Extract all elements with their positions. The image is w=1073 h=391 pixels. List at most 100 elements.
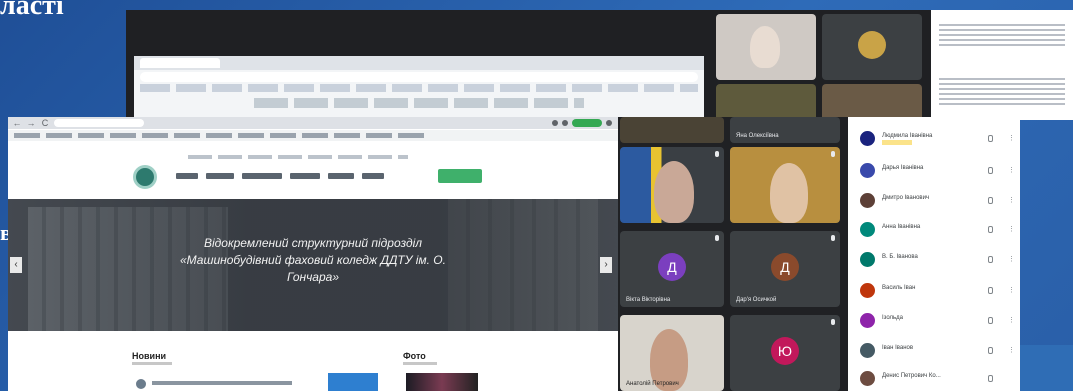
more-options-icon[interactable]: ⋮ — [1008, 134, 1015, 142]
participant-row[interactable]: Дарья Іванівна ⋮ — [848, 157, 1020, 185]
mic-icon[interactable] — [988, 287, 993, 294]
avatar — [860, 283, 875, 298]
chat-message-lines — [939, 78, 1065, 108]
nav-item[interactable] — [290, 173, 320, 179]
chat-message-lines — [939, 24, 1065, 46]
mic-icon — [831, 319, 835, 325]
video-tile[interactable]: Яна Олексіївна — [730, 117, 840, 143]
back-arrow-icon[interactable]: ← — [12, 118, 22, 128]
avatar: Ю — [771, 337, 799, 365]
back-bookmarks-bar — [140, 84, 698, 92]
slide-corner-box — [1020, 345, 1073, 391]
video-tile[interactable]: Д Вікта Вікторівна — [620, 231, 724, 307]
back-tab-bar — [134, 56, 704, 70]
participant-name: Василь Іван — [882, 285, 916, 291]
avatar — [858, 31, 886, 59]
video-tile[interactable]: Д Дар'я Осичкой — [730, 231, 840, 307]
participant-row[interactable]: Анна Іванівна ⋮ — [848, 216, 1020, 244]
photo-thumbnail[interactable] — [406, 373, 478, 391]
participant-video — [770, 163, 808, 223]
menu-icon[interactable] — [606, 120, 612, 126]
browser-actions — [552, 119, 618, 127]
back-chat-panel — [931, 10, 1073, 120]
slide-title-fragment: ласті — [0, 0, 64, 21]
nav-item[interactable] — [362, 173, 384, 179]
mic-icon — [715, 235, 719, 241]
more-options-icon[interactable]: ⋮ — [1008, 225, 1015, 233]
hero-banner: Відокремлений структурний підрозділ «Маш… — [8, 199, 618, 331]
more-options-icon[interactable]: ⋮ — [1008, 286, 1015, 294]
back-url-bar — [140, 72, 698, 82]
participant-name: Іван Іванов — [882, 345, 914, 351]
mic-icon — [831, 151, 835, 157]
extension-icon[interactable] — [552, 120, 558, 126]
bookmarks-bar — [8, 130, 618, 141]
slider-prev-arrow-icon[interactable]: ‹ — [10, 257, 22, 273]
back-tile-2 — [822, 14, 922, 80]
avatar — [860, 343, 875, 358]
star-icon[interactable] — [562, 120, 568, 126]
slider-next-arrow-icon[interactable]: › — [600, 257, 612, 273]
photo-subheading — [403, 362, 437, 365]
news-thumbnail[interactable] — [328, 373, 378, 391]
mic-icon[interactable] — [988, 135, 993, 142]
back-tile-3 — [716, 84, 816, 120]
tile-name-label: Вікта Вікторівна — [626, 297, 671, 303]
mic-icon[interactable] — [988, 256, 993, 263]
address-bar[interactable] — [54, 119, 144, 127]
nav-item[interactable] — [206, 173, 234, 179]
site-green-button[interactable] — [438, 169, 482, 183]
avatar — [860, 163, 875, 178]
college-logo[interactable] — [133, 165, 157, 189]
nav-item[interactable] — [328, 173, 354, 179]
share-button[interactable] — [572, 119, 602, 127]
news-item-link[interactable] — [152, 381, 292, 385]
participant-name: Анна Іванівна — [882, 224, 921, 230]
more-options-icon[interactable]: ⋮ — [1008, 255, 1015, 263]
more-options-icon[interactable]: ⋮ — [1008, 316, 1015, 324]
reload-icon[interactable]: C — [40, 118, 50, 128]
nav-item[interactable] — [176, 173, 198, 179]
tile-name-label: Дар'я Осичкой — [736, 297, 777, 303]
video-tile[interactable]: Ю — [730, 315, 840, 391]
mic-icon[interactable] — [988, 167, 993, 174]
hero-caption: Відокремлений структурний підрозділ «Маш… — [180, 236, 446, 284]
participant-row[interactable]: Василь Іван ⋮ — [848, 277, 1020, 305]
more-options-icon[interactable]: ⋮ — [1008, 196, 1015, 204]
avatar: Д — [771, 253, 799, 281]
participant-row[interactable]: Дмитро Іванович ⋮ — [848, 187, 1020, 215]
participant-row[interactable]: В. Б. Іванова ⋮ — [848, 246, 1020, 274]
nav-item[interactable] — [242, 173, 282, 179]
more-options-icon[interactable]: ⋮ — [1008, 346, 1015, 354]
site-top-links[interactable] — [188, 155, 408, 159]
video-tile[interactable] — [730, 147, 840, 223]
mic-icon[interactable] — [988, 226, 993, 233]
participant-row[interactable]: Ізольда ⋮ — [848, 307, 1020, 335]
back-tile-1 — [716, 14, 816, 80]
video-tile[interactable]: Анатолій Петрович — [620, 315, 724, 391]
participants-panel: Людмила Іванівна ⋮ Дарья Іванівна ⋮ Дмит… — [848, 117, 1020, 391]
video-tile[interactable] — [620, 147, 724, 223]
news-item-icon — [136, 379, 146, 389]
news-section: Новини Фото — [8, 331, 618, 391]
avatar — [860, 222, 875, 237]
avatar — [860, 252, 875, 267]
participant-video — [750, 26, 780, 68]
mic-icon[interactable] — [988, 197, 993, 204]
participant-row[interactable]: Іван Іванов ⋮ — [848, 337, 1020, 365]
participant-row[interactable]: Денис Петрович Ко... — [848, 365, 1020, 391]
mic-icon[interactable] — [988, 317, 993, 324]
mic-icon[interactable] — [988, 375, 993, 382]
participant-row[interactable]: Людмила Іванівна ⋮ — [848, 125, 1020, 153]
more-options-icon[interactable]: ⋮ — [1008, 166, 1015, 174]
avatar — [860, 193, 875, 208]
video-tile[interactable] — [620, 117, 724, 143]
meet-screenshot: ← → C Відокремлений структурний підрозді… — [8, 117, 1020, 391]
forward-arrow-icon[interactable]: → — [26, 118, 36, 128]
video-tiles-grid: Яна Олексіївна Д Вікта Вікторівна Д Дар'… — [618, 117, 848, 391]
site-header — [8, 149, 618, 201]
mic-icon[interactable] — [988, 347, 993, 354]
participant-name: Денис Петрович Ко... — [882, 373, 941, 379]
bookmark-items[interactable] — [14, 133, 428, 138]
avatar — [860, 131, 875, 146]
